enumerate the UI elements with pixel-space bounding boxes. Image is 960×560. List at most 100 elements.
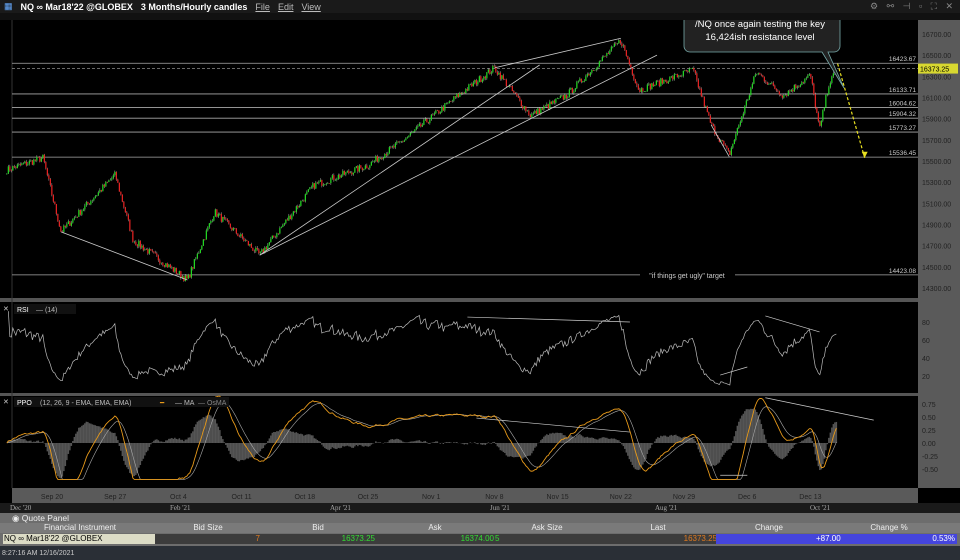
- candle: [153, 251, 155, 253]
- candle: [321, 179, 323, 186]
- candle: [364, 165, 366, 169]
- menu-edit[interactable]: Edit: [278, 2, 294, 12]
- quote-row[interactable]: NQ ∞ Mar18'22 @GLOBEX 7 16373.25 16374.0…: [3, 534, 957, 544]
- candle: [745, 100, 747, 106]
- candle: [667, 81, 669, 84]
- candle: [489, 69, 491, 74]
- candle: [631, 67, 633, 75]
- candle: [52, 195, 54, 202]
- level-label: 16004.62: [889, 101, 916, 108]
- candle: [394, 143, 396, 148]
- col-last[interactable]: Last: [650, 523, 665, 532]
- candle: [93, 198, 95, 201]
- candle: [85, 202, 87, 206]
- candle: [282, 224, 284, 228]
- candle: [204, 239, 206, 241]
- candle: [159, 260, 161, 264]
- candle: [58, 221, 60, 227]
- candle: [211, 220, 213, 222]
- candle: [433, 113, 435, 115]
- col-change[interactable]: Change: [755, 523, 783, 532]
- candle: [78, 210, 80, 217]
- menu-file[interactable]: File: [255, 2, 270, 12]
- candle: [478, 76, 480, 82]
- candle: [271, 235, 273, 239]
- candle: [348, 170, 350, 174]
- price-tick-label: 16700.00: [922, 32, 951, 39]
- candle: [25, 161, 27, 166]
- menu-view[interactable]: View: [301, 2, 320, 12]
- symbol-selector[interactable]: NQ ∞ Mar18'22 @GLOBEX: [21, 2, 133, 12]
- candle: [351, 172, 353, 175]
- candle: [817, 112, 819, 122]
- candle: [510, 85, 512, 87]
- col-bid-size[interactable]: Bid Size: [193, 523, 222, 532]
- candle: [126, 212, 128, 215]
- candle: [382, 158, 384, 160]
- candle: [712, 123, 714, 127]
- candle: [301, 200, 303, 202]
- candle: [577, 80, 579, 82]
- candle: [613, 43, 615, 47]
- candle: [156, 253, 158, 256]
- rsi-tick-label: 40: [922, 356, 930, 363]
- candle: [780, 94, 782, 96]
- ppo-legend-swatch: ━: [159, 400, 165, 407]
- candle: [474, 80, 476, 83]
- candle: [480, 76, 482, 82]
- candle: [501, 75, 503, 80]
- col-ask-size[interactable]: Ask Size: [531, 523, 562, 532]
- time-tick-label: Sep 27: [104, 494, 126, 501]
- candle: [60, 226, 62, 232]
- candle: [651, 83, 653, 90]
- candle: [711, 122, 713, 124]
- candle: [639, 89, 641, 92]
- candle: [423, 120, 425, 125]
- level-label: 16133.71: [889, 87, 916, 94]
- candle: [142, 245, 144, 251]
- quote-panel-title[interactable]: ◉ Quote Panel: [0, 513, 960, 523]
- candle: [28, 160, 30, 164]
- candle: [216, 209, 218, 217]
- candle: [328, 183, 330, 184]
- candle: [441, 106, 443, 113]
- candle: [708, 112, 710, 116]
- candle: [135, 241, 137, 245]
- candle: [274, 237, 276, 238]
- last-cell: 16373.25: [683, 534, 717, 543]
- candle: [430, 114, 432, 120]
- candle: [354, 167, 356, 173]
- time-scroller[interactable]: Dec '20 Feb '21 Apr '21 Jun '21 Aug '21 Oct '…: [0, 503, 960, 513]
- candle: [424, 118, 426, 121]
- timeframe-selector[interactable]: 3 Months/Hourly candles: [141, 2, 248, 12]
- candle: [496, 72, 498, 75]
- candle: [792, 89, 794, 92]
- candle: [505, 79, 507, 87]
- time-axis: [12, 488, 918, 503]
- chart-background: [0, 20, 960, 503]
- candle: [439, 112, 441, 114]
- candle: [624, 45, 626, 51]
- scroller-label: Aug '21: [655, 504, 678, 512]
- pane-separator: [0, 298, 918, 302]
- candle: [100, 190, 102, 192]
- candle: [363, 168, 365, 171]
- candle: [660, 78, 662, 87]
- time-tick-label: Oct 25: [358, 494, 379, 501]
- candle: [184, 275, 186, 282]
- col-instrument[interactable]: Financial Instrument: [44, 523, 116, 532]
- candle: [514, 92, 516, 94]
- candle: [798, 86, 800, 88]
- candle: [552, 100, 554, 104]
- candle: [805, 77, 807, 79]
- col-change-pct[interactable]: Change %: [870, 523, 907, 532]
- candle: [384, 154, 386, 159]
- col-bid[interactable]: Bid: [312, 523, 324, 532]
- candle: [411, 132, 413, 134]
- window-controls[interactable]: ⚙ ⚯ ⊣ ▫ ⛶ ✕: [870, 1, 956, 12]
- col-ask[interactable]: Ask: [428, 523, 441, 532]
- chart-area[interactable]: 16700.00 16500.00 16300.00 16100.00 15900.00…: [0, 20, 960, 503]
- candle: [258, 249, 260, 254]
- rsi-tick-label: 20: [922, 374, 930, 381]
- candle: [450, 101, 452, 102]
